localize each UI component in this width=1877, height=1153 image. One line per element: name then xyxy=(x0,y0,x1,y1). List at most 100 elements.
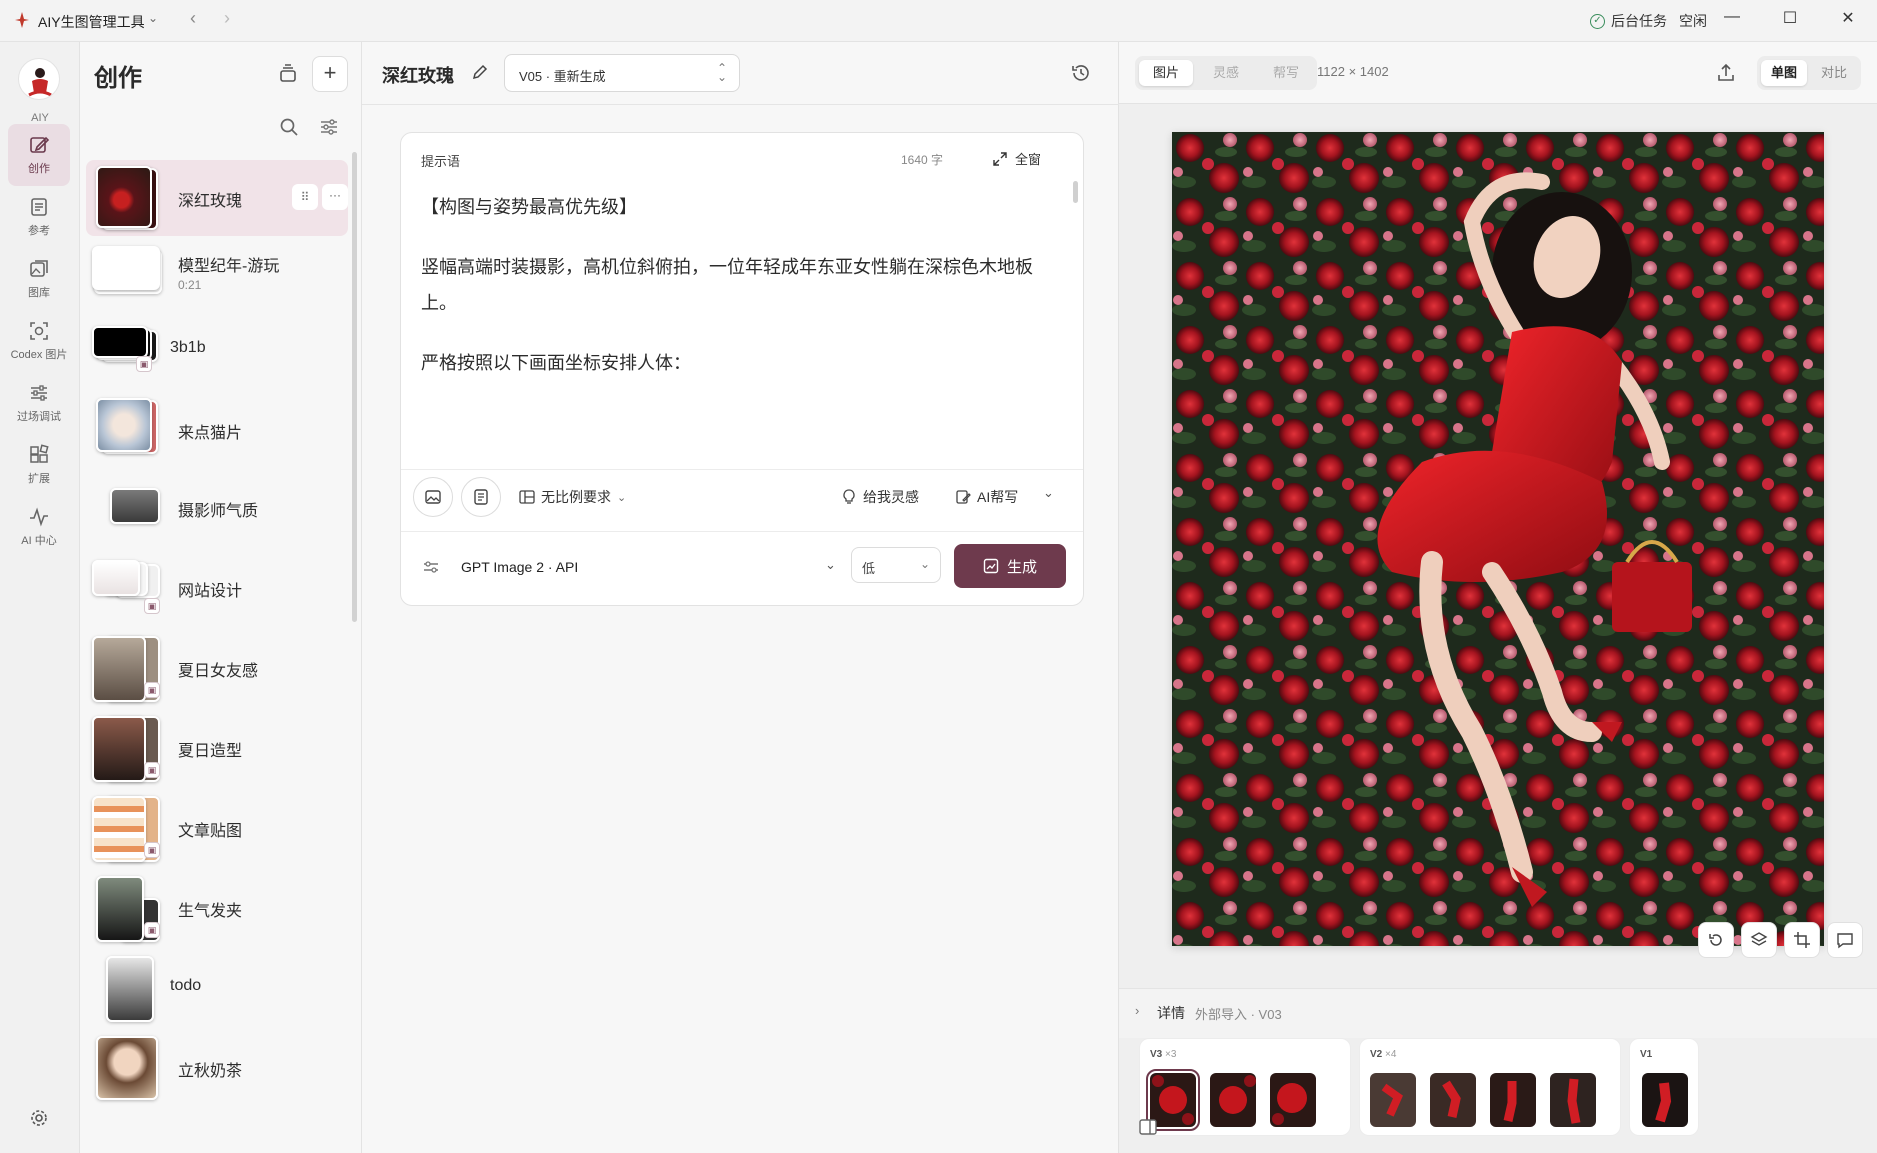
background-task-status[interactable]: ✓ 后台任务 空闲 xyxy=(1590,11,1707,31)
prompt-textarea[interactable]: 【构图与姿势最高优先级】 竖幅高端时装摄影，高机位斜俯拍，一位年轻成年东亚女性躺… xyxy=(421,189,1057,459)
project-thumbnail xyxy=(92,476,160,540)
aspect-ratio-label: 无比例要求 xyxy=(541,489,611,505)
prompt-paragraph: 竖幅高端时装摄影，高机位斜俯拍，一位年轻成年东亚女性躺在深棕色木地板上。 xyxy=(421,257,1033,313)
add-project-button[interactable]: + xyxy=(312,56,348,92)
project-name: 来点猫片 xyxy=(178,425,243,442)
quality-select[interactable]: 低 ⌄ xyxy=(851,547,941,583)
rail-item-ai-center[interactable]: AI 中心 xyxy=(8,496,70,558)
list-scrollbar[interactable] xyxy=(352,152,357,622)
generate-button[interactable]: 生成 xyxy=(954,544,1066,588)
crop-button[interactable] xyxy=(1784,922,1820,958)
version-select-value: V05 · 重新生成 xyxy=(519,69,606,84)
char-count: 1640 字 xyxy=(901,153,944,167)
archive-icon[interactable] xyxy=(276,62,300,86)
forward-arrow-icon[interactable]: › xyxy=(224,8,230,29)
project-thumbnail xyxy=(92,398,160,462)
project-name: 文章贴图 xyxy=(178,823,243,840)
tab-write-help[interactable]: 帮写 xyxy=(1259,60,1313,86)
updown-chevron-icon: ⌃ ⌄ xyxy=(716,61,727,84)
attach-image-button[interactable] xyxy=(413,477,453,517)
version-thumbnail[interactable] xyxy=(1370,1073,1416,1127)
history-icon[interactable] xyxy=(1070,62,1092,84)
project-thumbnail xyxy=(92,242,162,306)
details-label: 详情 xyxy=(1157,1005,1185,1021)
list-item[interactable]: 摄影师气质 xyxy=(86,470,348,546)
layers-button[interactable] xyxy=(1741,922,1777,958)
list-item[interactable]: 文章贴图 ▣ xyxy=(86,790,348,866)
panel-toggle-icon[interactable] xyxy=(1137,1116,1159,1138)
expand-icon xyxy=(993,151,1007,166)
mode-single[interactable]: 单图 xyxy=(1761,60,1807,86)
minimize-button[interactable]: — xyxy=(1712,8,1752,34)
project-name: 网站设计 xyxy=(178,583,243,600)
version-thumbnail[interactable] xyxy=(1550,1073,1596,1127)
image-badge-icon: ▣ xyxy=(144,842,160,858)
more-chevron-icon[interactable]: ⌄ xyxy=(1043,485,1054,501)
share-export-icon[interactable] xyxy=(1715,62,1737,84)
attach-document-button[interactable] xyxy=(461,477,501,517)
list-item[interactable]: 生气发夹 ▣ xyxy=(86,870,348,946)
rail-label-codex-images: Codex 图片 xyxy=(10,349,68,361)
comment-button[interactable] xyxy=(1827,922,1863,958)
version-thumbnail[interactable] xyxy=(1210,1073,1256,1127)
project-list-panel: 创作 + 深红玫瑰 ⠿ ··· 模型纪年-游玩 0:21 3b1b ▣ 来点猫片… xyxy=(80,42,362,1153)
aspect-ratio-dropdown[interactable]: 无比例要求 ⌄ xyxy=(519,487,626,507)
maximize-button[interactable]: ☐ xyxy=(1770,8,1810,34)
more-options-icon[interactable]: ··· xyxy=(322,184,348,210)
check-circle-icon: ✓ xyxy=(1590,13,1605,29)
rail-item-extensions[interactable]: 扩展 xyxy=(8,434,70,496)
back-arrow-icon[interactable]: ‹ xyxy=(190,8,196,29)
rail-item-transition-debug[interactable]: 过场调试 xyxy=(8,372,70,434)
model-chevron-icon[interactable]: ⌄ xyxy=(825,557,836,573)
version-group-label: V2 ×4 xyxy=(1370,1049,1397,1060)
list-item[interactable]: 模型纪年-游玩 0:21 xyxy=(86,236,348,312)
list-item[interactable]: 立秋奶茶 xyxy=(86,1030,348,1106)
prompt-scrollbar[interactable] xyxy=(1073,181,1078,203)
close-window-button[interactable]: ✕ xyxy=(1828,8,1868,34)
generated-image[interactable] xyxy=(1172,132,1824,946)
rail-item-codex-images[interactable]: Codex 图片 xyxy=(8,310,70,372)
list-item[interactable]: 网站设计 ▣ xyxy=(86,550,348,626)
rail-item-reference[interactable]: 参考 xyxy=(8,186,70,248)
rotate-button[interactable] xyxy=(1698,922,1734,958)
list-item[interactable]: 3b1b ▣ xyxy=(86,312,348,388)
drag-handle-icon[interactable]: ⠿ xyxy=(292,184,318,210)
lightbulb-icon xyxy=(843,489,855,504)
tab-image[interactable]: 图片 xyxy=(1139,60,1193,86)
extensions-icon xyxy=(30,444,49,463)
list-item[interactable]: 夏日女友感 ▣ xyxy=(86,630,348,706)
list-item[interactable]: 夏日造型 ▣ xyxy=(86,710,348,786)
version-thumbnail[interactable] xyxy=(1490,1073,1536,1127)
aiy-avatar[interactable] xyxy=(18,58,60,100)
rail-item-gallery[interactable]: 图库 xyxy=(8,248,70,310)
version-select[interactable]: V05 · 重新生成 ⌃ ⌄ xyxy=(504,54,740,92)
version-thumbnail[interactable] xyxy=(1430,1073,1476,1127)
prompt-label: 提示语 xyxy=(421,154,461,169)
quality-value: 低 xyxy=(862,561,876,576)
rail-item-create[interactable]: 创作 xyxy=(8,124,70,186)
search-icon[interactable] xyxy=(278,116,300,138)
edit-icon xyxy=(30,136,50,153)
version-thumbnail[interactable] xyxy=(1270,1073,1316,1127)
mode-compare[interactable]: 对比 xyxy=(1811,60,1857,86)
settings-gear-icon[interactable] xyxy=(28,1107,50,1129)
model-name[interactable]: GPT Image 2 · API xyxy=(461,559,578,575)
app-menu-chevron-icon[interactable]: ⌄ xyxy=(148,11,158,25)
inspire-button[interactable]: 给我灵感 xyxy=(841,487,919,507)
ai-write-button[interactable]: AI帮写 xyxy=(955,487,1018,507)
version-thumbnail[interactable] xyxy=(1642,1073,1688,1127)
model-settings-icon[interactable] xyxy=(421,557,441,577)
details-bar[interactable]: › 详情 外部导入 · V03 xyxy=(1119,988,1877,1038)
project-name: 深红玫瑰 xyxy=(178,193,243,210)
list-item[interactable]: 深红玫瑰 ⠿ ··· xyxy=(86,160,348,236)
rail-label-reference: 参考 xyxy=(28,225,50,237)
pencil-icon[interactable] xyxy=(470,63,490,83)
document-title[interactable]: 深红玫瑰 xyxy=(382,62,454,88)
list-item[interactable]: todo xyxy=(86,950,348,1026)
ai-write-label: AI帮写 xyxy=(977,489,1019,505)
fullscreen-button[interactable]: 全窗 xyxy=(993,149,1041,168)
chevron-right-icon: › xyxy=(1135,1003,1140,1018)
filter-icon[interactable] xyxy=(318,116,340,138)
list-item[interactable]: 来点猫片 xyxy=(86,392,348,468)
tab-inspiration[interactable]: 灵感 xyxy=(1199,60,1253,86)
